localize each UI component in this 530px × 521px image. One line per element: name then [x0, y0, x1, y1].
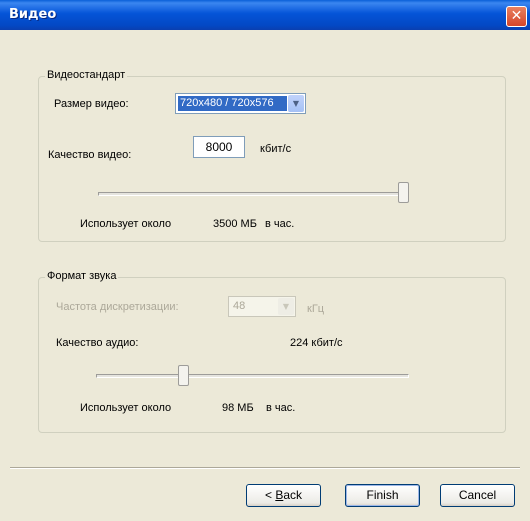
audio-quality-slider-track[interactable] — [96, 374, 409, 378]
video-usage-value: 3500 МБ — [213, 218, 257, 230]
video-quality-slider-track[interactable] — [98, 192, 409, 196]
sample-rate-value: 48 — [233, 300, 246, 312]
window-title: Видео — [9, 7, 57, 22]
video-quality-unit: кбит/с — [260, 143, 292, 155]
title-bar: Видео ✕ — [0, 0, 530, 30]
video-size-value: 720x480 / 720x576 — [178, 96, 287, 111]
audio-quality-value: 224 кбит/с — [290, 337, 343, 349]
audio-format-title: Формат звука — [45, 270, 119, 282]
back-button[interactable]: < Back — [246, 484, 321, 507]
video-usage-prefix: Использует около — [80, 218, 172, 230]
audio-quality-label: Качество аудио: — [56, 337, 139, 349]
footer-separator — [10, 467, 520, 469]
close-button[interactable]: ✕ — [506, 6, 527, 27]
video-usage-suffix: в час. — [265, 218, 295, 230]
sample-rate-label: Частота дискретизации: — [56, 301, 179, 313]
finish-button[interactable]: Finish — [345, 484, 420, 507]
video-size-select[interactable]: 720x480 / 720x576 ▼ — [175, 93, 306, 114]
sample-rate-select[interactable]: 48 ▼ — [228, 296, 296, 317]
cancel-button[interactable]: Cancel — [440, 484, 515, 507]
audio-usage-suffix: в час. — [266, 402, 296, 414]
audio-usage-value: 98 МБ — [222, 402, 254, 414]
back-label-prefix: < — [264, 488, 276, 502]
audio-quality-slider-thumb[interactable] — [177, 365, 189, 386]
audio-usage-prefix: Использует около — [80, 402, 172, 414]
video-size-label: Размер видео: — [54, 98, 129, 110]
close-icon: ✕ — [510, 8, 523, 24]
video-quality-slider-thumb[interactable] — [398, 182, 409, 203]
chevron-down-icon[interactable]: ▼ — [288, 95, 304, 112]
back-label-rest: ack — [283, 488, 303, 502]
chevron-down-icon[interactable]: ▼ — [278, 298, 294, 315]
video-standard-title: Видеостандарт — [45, 69, 128, 81]
sample-rate-unit: кГц — [307, 303, 325, 315]
video-quality-label: Качество видео: — [48, 149, 132, 161]
video-quality-input[interactable]: 8000 — [193, 136, 245, 158]
